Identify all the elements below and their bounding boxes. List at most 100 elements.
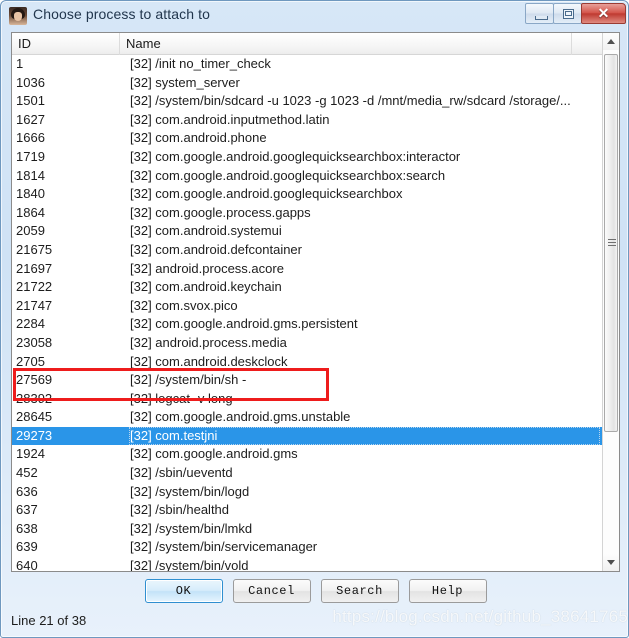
table-row[interactable]: 2059 [32] com.android.systemui [12, 222, 604, 241]
row-process-id: 1627 [16, 111, 45, 127]
table-row[interactable]: 1719 [32] com.google.android.googlequicks… [12, 148, 604, 167]
maximize-icon [563, 9, 574, 19]
table-row[interactable]: 27569 [32] /system/bin/sh - [12, 371, 604, 390]
row-process-id: 23058 [16, 334, 53, 350]
process-list[interactable]: ID Name 1 [32] /init no_timer_check 1036 [3… [11, 32, 620, 572]
row-process-id: 21675 [16, 241, 53, 257]
help-button[interactable]: Help [408, 579, 487, 603]
row-process-name: [32] /system/bin/logd [130, 483, 250, 499]
table-row[interactable]: 636 [32] /system/bin/logd [12, 483, 604, 502]
row-process-id: 21747 [16, 297, 53, 313]
table-row[interactable]: 1501 [32] /system/bin/sdcard -u 1023 -g 1… [12, 92, 604, 111]
list-rows[interactable]: 1 [32] /init no_timer_check 1036 [32] syste… [12, 55, 604, 572]
table-row[interactable]: 1840 [32] com.google.android.googlequicks… [12, 185, 604, 204]
table-row[interactable]: 28645 [32] com.google.android.gms.unstabl… [12, 408, 604, 427]
ok-button[interactable]: OK [144, 579, 223, 603]
row-process-name: [32] com.google.process.gapps [130, 204, 311, 220]
minimize-button[interactable] [525, 3, 554, 24]
row-process-name: [32] com.google.android.googlequicksearc… [130, 186, 403, 202]
row-process-id: 1036 [16, 74, 45, 90]
row-process-id: 2059 [16, 223, 45, 239]
row-process-name: [32] /system/bin/vold [130, 558, 249, 572]
row-process-id: 452 [16, 465, 38, 481]
scroll-down-button[interactable] [603, 554, 619, 571]
watermark-text: https://blog.csdn.net/github_38641765 [332, 607, 628, 626]
table-row[interactable]: 29273 [32] com.testjni [12, 426, 604, 446]
row-process-name: [32] /sbin/healthd [130, 502, 230, 518]
chevron-up-icon [607, 39, 615, 44]
row-process-id: 1 [16, 56, 24, 71]
row-process-id: 637 [16, 502, 38, 518]
table-row[interactable]: 21675 [32] com.android.defcontainer [12, 241, 604, 260]
row-process-name: [32] com.google.android.googlequicksearc… [130, 148, 461, 164]
table-row[interactable]: 2284 [32] com.google.android.gms.persiste… [12, 315, 604, 334]
table-row[interactable]: 23058 [32] android.process.media [12, 334, 604, 353]
row-process-id: 640 [16, 558, 38, 572]
column-header-filler [572, 33, 604, 55]
cancel-button[interactable]: Cancel [232, 579, 311, 603]
row-process-id: 1864 [16, 204, 45, 220]
row-process-name: [32] com.android.keychain [130, 279, 282, 295]
row-process-id: 28392 [16, 390, 53, 406]
table-row[interactable]: 1627 [32] com.android.inputmethod.latin [12, 111, 604, 130]
table-row[interactable]: 1036 [32] system_server [12, 74, 604, 93]
vertical-scrollbar[interactable] [602, 33, 619, 571]
row-process-id: 29273 [16, 427, 53, 443]
row-process-name: [32] com.svox.pico [130, 297, 238, 313]
row-process-name: [32] com.android.deskclock [130, 353, 288, 369]
table-row[interactable]: 452 [32] /sbin/ueventd [12, 464, 604, 483]
row-process-id: 21697 [16, 260, 53, 276]
user-portrait-icon [9, 7, 27, 25]
row-process-name: [32] com.google.android.gms.persistent [130, 316, 358, 332]
row-process-name: [32] /init no_timer_check [130, 56, 271, 71]
row-process-id: 1924 [16, 446, 45, 462]
row-process-name: [32] com.android.inputmethod.latin [130, 111, 330, 127]
row-process-name: [32] com.testjni [129, 426, 600, 446]
scrollbar-grip-icon [608, 239, 616, 247]
row-process-name: [32] com.google.android.gms [130, 446, 298, 462]
table-row[interactable]: 21747 [32] com.svox.pico [12, 297, 604, 316]
table-row[interactable]: 28392 [32] logcat -v long [12, 390, 604, 409]
table-row[interactable]: 2705 [32] com.android.deskclock [12, 353, 604, 372]
scrollbar-thumb[interactable] [604, 54, 618, 432]
search-button[interactable]: Search [320, 579, 399, 603]
row-process-id: 28645 [16, 409, 53, 425]
screenshot-root: Choose process to attach to ✕ ID Name 1 … [0, 0, 629, 638]
title-bar[interactable]: Choose process to attach to ✕ [1, 1, 629, 31]
chevron-down-icon [607, 560, 615, 565]
table-row[interactable]: 21697 [32] android.process.acore [12, 260, 604, 279]
table-row[interactable]: 638 [32] /system/bin/lmkd [12, 520, 604, 539]
row-process-id: 2705 [16, 353, 45, 369]
row-process-id: 1814 [16, 167, 45, 183]
table-row[interactable]: 21722 [32] com.android.keychain [12, 278, 604, 297]
portrait-face [14, 12, 22, 21]
table-row[interactable]: 1864 [32] com.google.process.gapps [12, 204, 604, 223]
row-process-name: [32] /system/bin/lmkd [130, 520, 253, 536]
close-button[interactable]: ✕ [581, 3, 626, 24]
column-header-name[interactable]: Name [120, 33, 572, 55]
table-row[interactable]: 1 [32] /init no_timer_check [12, 55, 604, 74]
row-process-name: [32] android.process.media [130, 334, 287, 350]
row-process-id: 639 [16, 539, 38, 555]
row-process-name: [32] com.android.phone [130, 130, 267, 146]
list-header-row: ID Name [12, 33, 619, 55]
row-process-id: 638 [16, 520, 38, 536]
row-process-name: [32] com.android.defcontainer [130, 241, 302, 257]
maximize-button[interactable] [553, 3, 582, 24]
table-row[interactable]: 1924 [32] com.google.android.gms [12, 445, 604, 464]
table-row[interactable]: 1666 [32] com.android.phone [12, 129, 604, 148]
table-row[interactable]: 637 [32] /sbin/healthd [12, 501, 604, 520]
row-process-name: [32] com.android.systemui [130, 223, 282, 239]
table-row[interactable]: 1814 [32] com.google.android.googlequicks… [12, 167, 604, 186]
row-process-name: [32] system_server [130, 74, 240, 90]
row-process-id: 2284 [16, 316, 45, 332]
close-icon: ✕ [597, 5, 610, 21]
minimize-icon [535, 16, 548, 20]
table-row[interactable]: 639 [32] /system/bin/servicemanager [12, 538, 604, 557]
dialog-button-bar: OK Cancel Search Help [1, 579, 629, 609]
row-process-id: 27569 [16, 372, 53, 388]
row-process-id: 636 [16, 483, 38, 499]
column-header-id[interactable]: ID [12, 33, 120, 55]
table-row[interactable]: 640 [32] /system/bin/vold [12, 557, 604, 572]
scroll-up-button[interactable] [603, 33, 619, 50]
